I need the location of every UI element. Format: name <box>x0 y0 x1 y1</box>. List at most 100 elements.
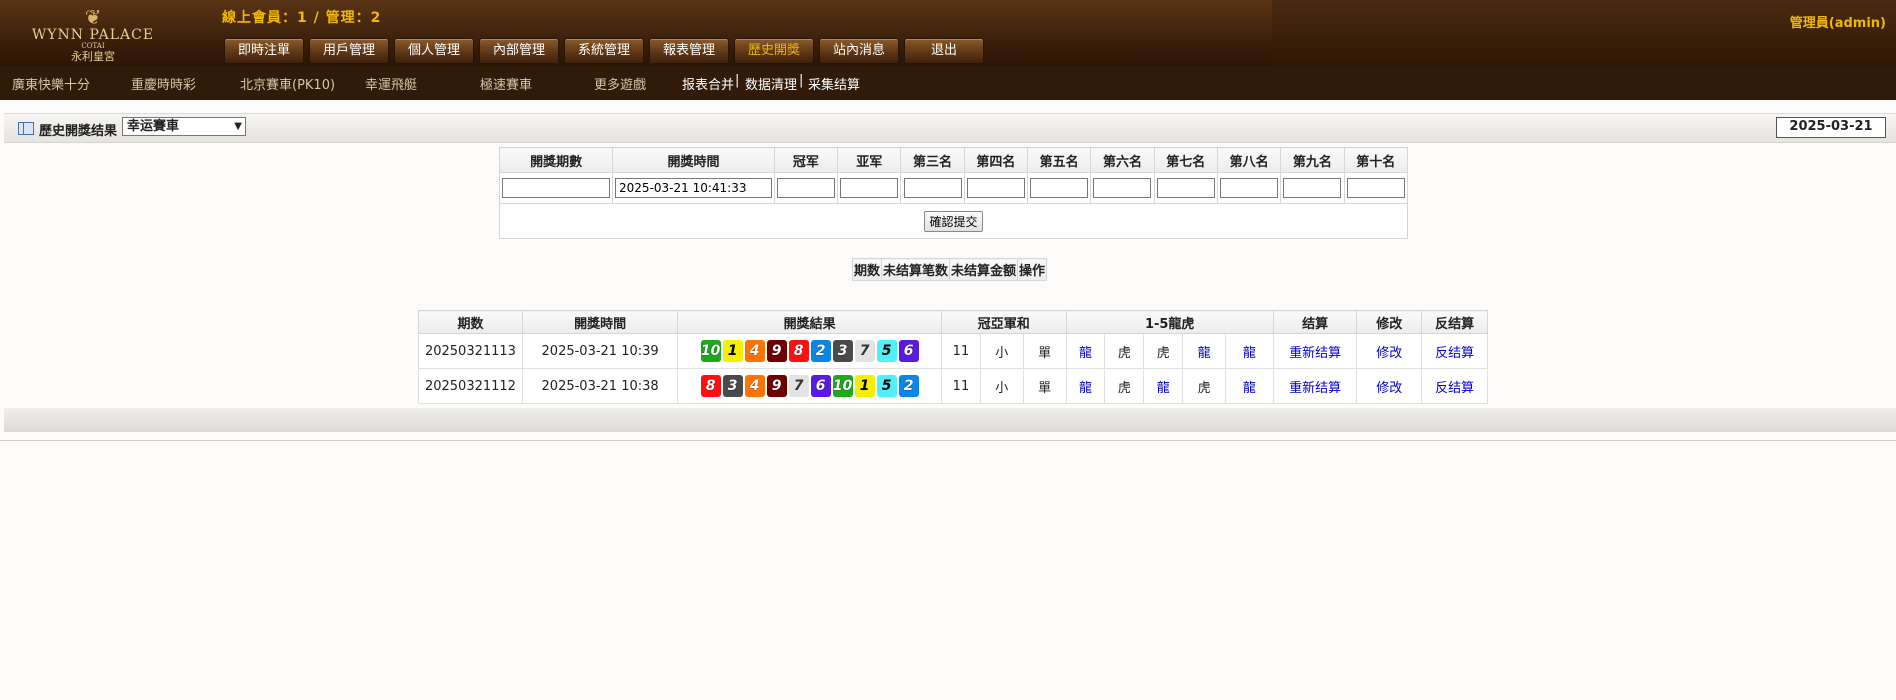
results-header: 期数 <box>418 310 523 334</box>
period-input[interactable] <box>502 178 611 198</box>
form-header: 第三名 <box>900 147 965 173</box>
dragon-tiger-value[interactable]: 龍 <box>1243 346 1256 361</box>
game-subnav: 廣東快樂十分 重慶時時彩 北京賽車(PK10) 幸運飛艇 極速賽車 更多遊戲 报… <box>0 66 1896 100</box>
rank-10-input[interactable] <box>1346 178 1405 198</box>
parity-cell: 單 <box>1022 333 1067 369</box>
dragon-tiger-value[interactable]: 龍 <box>1079 346 1092 361</box>
nav-reports[interactable]: 報表管理 <box>649 38 729 64</box>
results-header: 開獎結果 <box>677 310 943 334</box>
dragon-tiger-value[interactable]: 龍 <box>1198 346 1211 361</box>
wynn-palace-logo: ❦ WYNN PALACE COTAI 永利皇宮 <box>28 6 158 64</box>
results-header: 修改 <box>1356 310 1423 334</box>
subnav-game-cq-ssc[interactable]: 重慶時時彩 <box>131 74 196 93</box>
rank-1-input[interactable] <box>776 178 835 198</box>
game-select[interactable]: 幸运賽車 ▼ <box>122 117 246 136</box>
unsettle-cell: 反结算 <box>1421 333 1488 369</box>
dragon-tiger-cell: 虎 <box>1143 333 1184 369</box>
subnav-separator: | <box>799 73 804 88</box>
rank-9-input[interactable] <box>1283 178 1342 198</box>
nav-system[interactable]: 系統管理 <box>564 38 644 64</box>
result-ball: 7 <box>788 375 809 397</box>
online-count: 線上會員：1 / 管理：2 <box>222 10 382 26</box>
edit-cell: 修改 <box>1356 333 1423 369</box>
subnav-game-gd-happy10[interactable]: 廣東快樂十分 <box>12 74 90 93</box>
form-submit-row: 確認提交 <box>499 203 1408 239</box>
subnav-data-cleanup[interactable]: 数据清理 <box>745 74 797 93</box>
subnav-report-merge[interactable]: 报表合并 <box>682 74 734 93</box>
result-ball: 10 <box>700 340 721 362</box>
unsettled-header-row: 期数 未结算笔数 未结算金额 操作 <box>851 258 1048 281</box>
results-header: 冠亞軍和 <box>941 310 1067 334</box>
dragon-tiger-value[interactable]: 龍 <box>1157 381 1170 396</box>
dragon-tiger-value[interactable]: 龍 <box>1079 381 1092 396</box>
rank-7-input[interactable] <box>1156 178 1215 198</box>
nav-internal[interactable]: 內部管理 <box>479 38 559 64</box>
result-ball: 7 <box>854 340 875 362</box>
chevron-down-icon: ▼ <box>234 121 242 132</box>
unsettled-header: 未结算金额 <box>949 258 1019 281</box>
form-header: 開獎期數 <box>498 147 614 173</box>
rank-3-input[interactable] <box>903 178 962 198</box>
draw-results-table: 期数 開獎時間 開獎結果 冠亞軍和 1-5龍虎 结算 修改 反结算 202503… <box>418 310 1488 404</box>
dragon-tiger-cell: 龍 <box>1225 368 1274 404</box>
rank-2-input[interactable] <box>840 178 899 198</box>
result-ball: 4 <box>744 375 765 397</box>
unsettled-header: 期数 <box>851 258 883 281</box>
unsettle-link[interactable]: 反结算 <box>1435 346 1474 361</box>
subnav-collect-settle[interactable]: 采集结算 <box>808 74 860 93</box>
rank-4-input[interactable] <box>966 178 1025 198</box>
admin-user: 管理員(admin) <box>1789 16 1886 31</box>
subnav-game-lucky-boat[interactable]: 幸運飛艇 <box>365 74 417 93</box>
subnav-more-games[interactable]: 更多遊戲 <box>594 74 646 93</box>
confirm-submit-button[interactable]: 確認提交 <box>924 210 983 232</box>
resettle-link[interactable]: 重新结算 <box>1289 346 1341 361</box>
form-header: 亚军 <box>837 147 902 173</box>
divider <box>0 440 1896 441</box>
form-header: 第十名 <box>1343 147 1409 173</box>
unsettled-header: 未结算笔数 <box>881 258 951 281</box>
edit-link[interactable]: 修改 <box>1376 381 1402 396</box>
result-ball: 2 <box>898 375 919 397</box>
parity-cell: 單 <box>1022 368 1067 404</box>
rank-6-input[interactable] <box>1093 178 1152 198</box>
nav-live-bets[interactable]: 即時注單 <box>224 38 304 64</box>
crest-icon: ❦ <box>84 5 102 29</box>
dragon-tiger-cell: 虎 <box>1182 368 1226 404</box>
size-cell: 小 <box>979 368 1024 404</box>
balls-cell: 8 3 4 9 7 6 10 1 5 2 <box>677 368 943 404</box>
logo-name: WYNN PALACE <box>31 27 155 43</box>
settle-cell: 重新结算 <box>1272 368 1358 404</box>
rank-8-input[interactable] <box>1220 178 1279 198</box>
nav-users[interactable]: 用戶管理 <box>309 38 389 64</box>
form-header: 第九名 <box>1280 147 1345 173</box>
results-header-row: 期数 開獎時間 開獎結果 冠亞軍和 1-5龍虎 结算 修改 反结算 <box>418 310 1488 334</box>
nav-history[interactable]: 歷史開獎 <box>734 38 814 64</box>
edit-link[interactable]: 修改 <box>1376 346 1402 361</box>
nav-logout[interactable]: 退出 <box>904 38 984 64</box>
draw-time-cell: 2025-03-21 10:38 <box>521 368 679 404</box>
nav-messages[interactable]: 站內消息 <box>819 38 899 64</box>
result-ball: 8 <box>700 375 721 397</box>
period-cell: 20250321113 <box>418 333 523 369</box>
resettle-link[interactable]: 重新结算 <box>1289 381 1341 396</box>
result-ball: 3 <box>722 375 743 397</box>
subnav-game-bj-pk10[interactable]: 北京賽車(PK10) <box>240 74 335 93</box>
rank-5-input[interactable] <box>1030 178 1089 198</box>
results-header: 反结算 <box>1421 310 1488 334</box>
dragon-tiger-value[interactable]: 龍 <box>1243 381 1256 396</box>
page-title: 歷史開獎结果 <box>39 124 118 139</box>
subnav-game-speed-racing[interactable]: 極速賽車 <box>480 74 532 93</box>
unsettle-link[interactable]: 反结算 <box>1435 381 1474 396</box>
dragon-tiger-cell: 虎 <box>1104 368 1145 404</box>
dragon-tiger-cell: 龍 <box>1225 333 1274 369</box>
top-header: ❦ WYNN PALACE COTAI 永利皇宮 線上會員：1 / 管理：2 管… <box>0 0 1896 66</box>
draw-time-input[interactable] <box>615 178 773 198</box>
nav-personal[interactable]: 個人管理 <box>394 38 474 64</box>
dragon-tiger-cell: 龍 <box>1182 333 1226 369</box>
form-header: 開獎時間 <box>612 147 775 173</box>
sum-cell: 11 <box>941 368 981 404</box>
form-input-row <box>498 172 1409 204</box>
history-titlebar: 歷史開獎结果 幸运賽車 ▼ 2025-03-21 <box>4 113 1896 143</box>
date-picker[interactable]: 2025-03-21 <box>1776 117 1886 138</box>
draw-time-cell: 2025-03-21 10:39 <box>521 333 679 369</box>
